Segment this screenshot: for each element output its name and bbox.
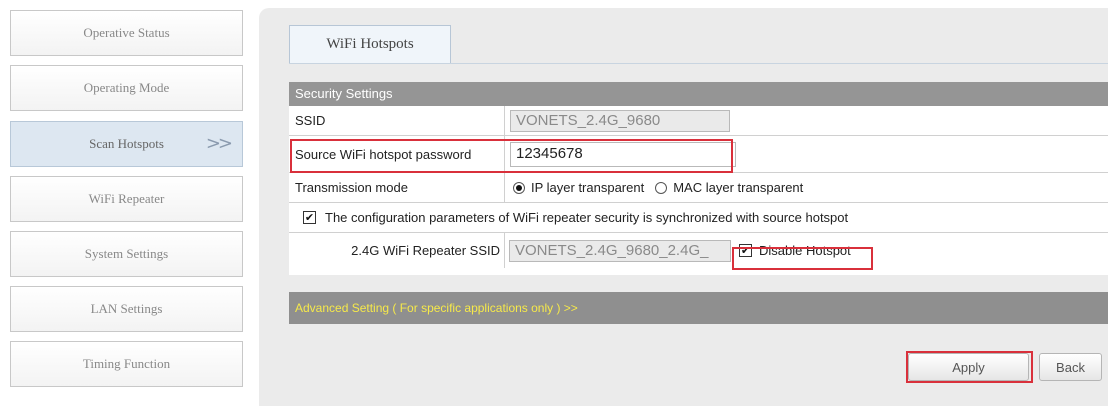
- back-button[interactable]: Back: [1039, 353, 1102, 381]
- repeater-ssid-row: 2.4G WiFi Repeater SSID VONETS_2.4G_9680…: [289, 233, 1108, 268]
- mac-layer-label: MAC layer transparent: [673, 180, 804, 195]
- sync-row: ✔ The configuration parameters of WiFi r…: [289, 203, 1108, 233]
- sidebar-item-lan-settings[interactable]: LAN Settings: [10, 286, 243, 332]
- sidebar-item-label: WiFi Repeater: [88, 191, 165, 206]
- mac-layer-radio[interactable]: [655, 181, 668, 194]
- sync-label: The configuration parameters of WiFi rep…: [325, 210, 849, 225]
- advanced-setting-link[interactable]: Advanced Setting ( For specific applicat…: [289, 292, 1108, 324]
- sidebar-item-scan-hotspots[interactable]: Scan Hotspots >>: [10, 121, 243, 167]
- transmission-mode-row: Transmission mode IP layer transparent M…: [289, 173, 1108, 203]
- sidebar-item-wifi-repeater[interactable]: WiFi Repeater: [10, 176, 243, 222]
- sidebar-item-system-settings[interactable]: System Settings: [10, 231, 243, 277]
- radio-selected-dot: [516, 184, 522, 191]
- sidebar-item-timing-function[interactable]: Timing Function: [10, 341, 243, 387]
- repeater-ssid-label: 2.4G WiFi Repeater SSID: [289, 233, 505, 268]
- repeater-ssid-field[interactable]: VONETS_2.4G_9680_2.4G_: [509, 239, 731, 262]
- tab-label: WiFi Hotspots: [326, 36, 414, 52]
- tab-divider: [289, 63, 1108, 64]
- sidebar-item-label: Operative Status: [83, 25, 170, 40]
- sidebar-item-operating-mode[interactable]: Operating Mode: [10, 65, 243, 111]
- ssid-row: SSID VONETS_2.4G_9680: [289, 106, 1108, 136]
- password-label: Source WiFi hotspot password: [289, 136, 505, 172]
- tab-wifi-hotspots[interactable]: WiFi Hotspots: [289, 25, 451, 63]
- ip-layer-label: IP layer transparent: [531, 180, 645, 195]
- ssid-label: SSID: [289, 106, 505, 135]
- disable-hotspot-option[interactable]: ✔ Disable Hotspot: [739, 243, 851, 258]
- double-chevron-right-icon: >>: [205, 133, 233, 154]
- sidebar-item-label: LAN Settings: [90, 301, 163, 316]
- transmission-mode-label: Transmission mode: [289, 173, 505, 202]
- sidebar: Operative Status Operating Mode Scan Hot…: [0, 0, 250, 406]
- password-field[interactable]: 12345678: [510, 141, 736, 167]
- password-row: Source WiFi hotspot password 12345678: [289, 136, 1108, 173]
- sidebar-item-label: Timing Function: [82, 356, 171, 371]
- ssid-field[interactable]: VONETS_2.4G_9680: [510, 109, 730, 132]
- security-settings-panel: Security Settings SSID VONETS_2.4G_9680 …: [289, 82, 1108, 275]
- sidebar-item-label: System Settings: [84, 246, 169, 261]
- apply-button[interactable]: Apply: [908, 353, 1029, 381]
- sidebar-item-operative-status[interactable]: Operative Status: [10, 10, 243, 56]
- ip-layer-radio[interactable]: [513, 181, 525, 194]
- disable-hotspot-checkbox[interactable]: ✔: [739, 244, 752, 257]
- ip-layer-radio-option[interactable]: IP layer transparent: [513, 180, 644, 195]
- section-header: Security Settings: [289, 82, 1108, 106]
- sidebar-item-label: Operating Mode: [83, 80, 170, 95]
- sidebar-item-label: Scan Hotspots: [89, 136, 164, 151]
- mac-layer-radio-option[interactable]: MAC layer transparent: [655, 180, 803, 195]
- main-panel: WiFi Hotspots Security Settings SSID VON…: [259, 8, 1108, 406]
- sync-checkbox[interactable]: ✔: [303, 211, 316, 224]
- disable-hotspot-label: Disable Hotspot: [759, 243, 851, 258]
